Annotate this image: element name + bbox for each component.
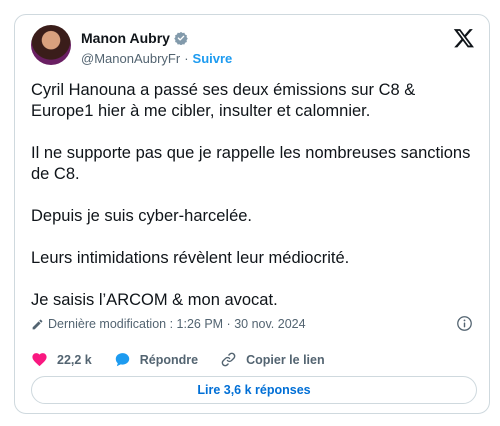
copy-link-label: Copier le lien — [246, 352, 325, 367]
tweet-paragraph: Cyril Hanouna a passé ses deux émissions… — [31, 81, 416, 120]
reply-button[interactable]: Répondre — [114, 351, 198, 368]
author-handle[interactable]: @ManonAubryFr — [81, 51, 180, 66]
author-handle-row: @ManonAubryFr · Suivre — [81, 51, 232, 66]
tweet-card: Manon Aubry @ManonAubryFr · Suivre Cyril… — [14, 14, 490, 414]
heart-icon — [32, 353, 47, 367]
copy-link-button[interactable]: Copier le lien — [220, 351, 325, 368]
tweet-paragraph: Depuis je suis cyber-harcelée. — [31, 207, 253, 225]
pencil-icon — [32, 319, 43, 329]
tweet-actions: 22,2 k Répondre Copier le lien — [31, 351, 325, 368]
tweet-paragraph: Je saisis l’ARCOM & mon avocat. — [31, 291, 278, 309]
x-logo-icon[interactable] — [453, 27, 475, 49]
reply-bubble-icon — [115, 353, 129, 367]
info-icon[interactable] — [456, 315, 473, 332]
edited-timestamp[interactable]: Dernière modification : 1:26 PM · 30 nov… — [48, 317, 306, 331]
tweet-text: Cyril Hanouna a passé ses deux émissions… — [31, 80, 476, 332]
avatar[interactable] — [31, 25, 71, 65]
like-button[interactable]: 22,2 k — [31, 351, 92, 368]
read-replies-button[interactable]: Lire 3,6 k réponses — [31, 376, 477, 404]
edit-info-row[interactable]: Dernière modification : 1:26 PM · 30 nov… — [31, 317, 306, 331]
tweet-paragraph: Il ne supporte pas que je rappelle les n… — [31, 144, 471, 183]
read-replies-label: Lire 3,6 k réponses — [197, 383, 311, 397]
follow-button[interactable]: Suivre — [193, 51, 233, 66]
author-name-row: Manon Aubry — [81, 30, 188, 46]
tweet-paragraph: Leurs intimidations révèlent leur médioc… — [31, 249, 350, 267]
link-icon — [221, 352, 236, 367]
separator-dot: · — [184, 51, 189, 66]
reply-label: Répondre — [139, 352, 199, 367]
author-name[interactable]: Manon Aubry — [81, 30, 170, 46]
verified-badge-icon — [174, 31, 188, 45]
like-count: 22,2 k — [57, 352, 92, 367]
